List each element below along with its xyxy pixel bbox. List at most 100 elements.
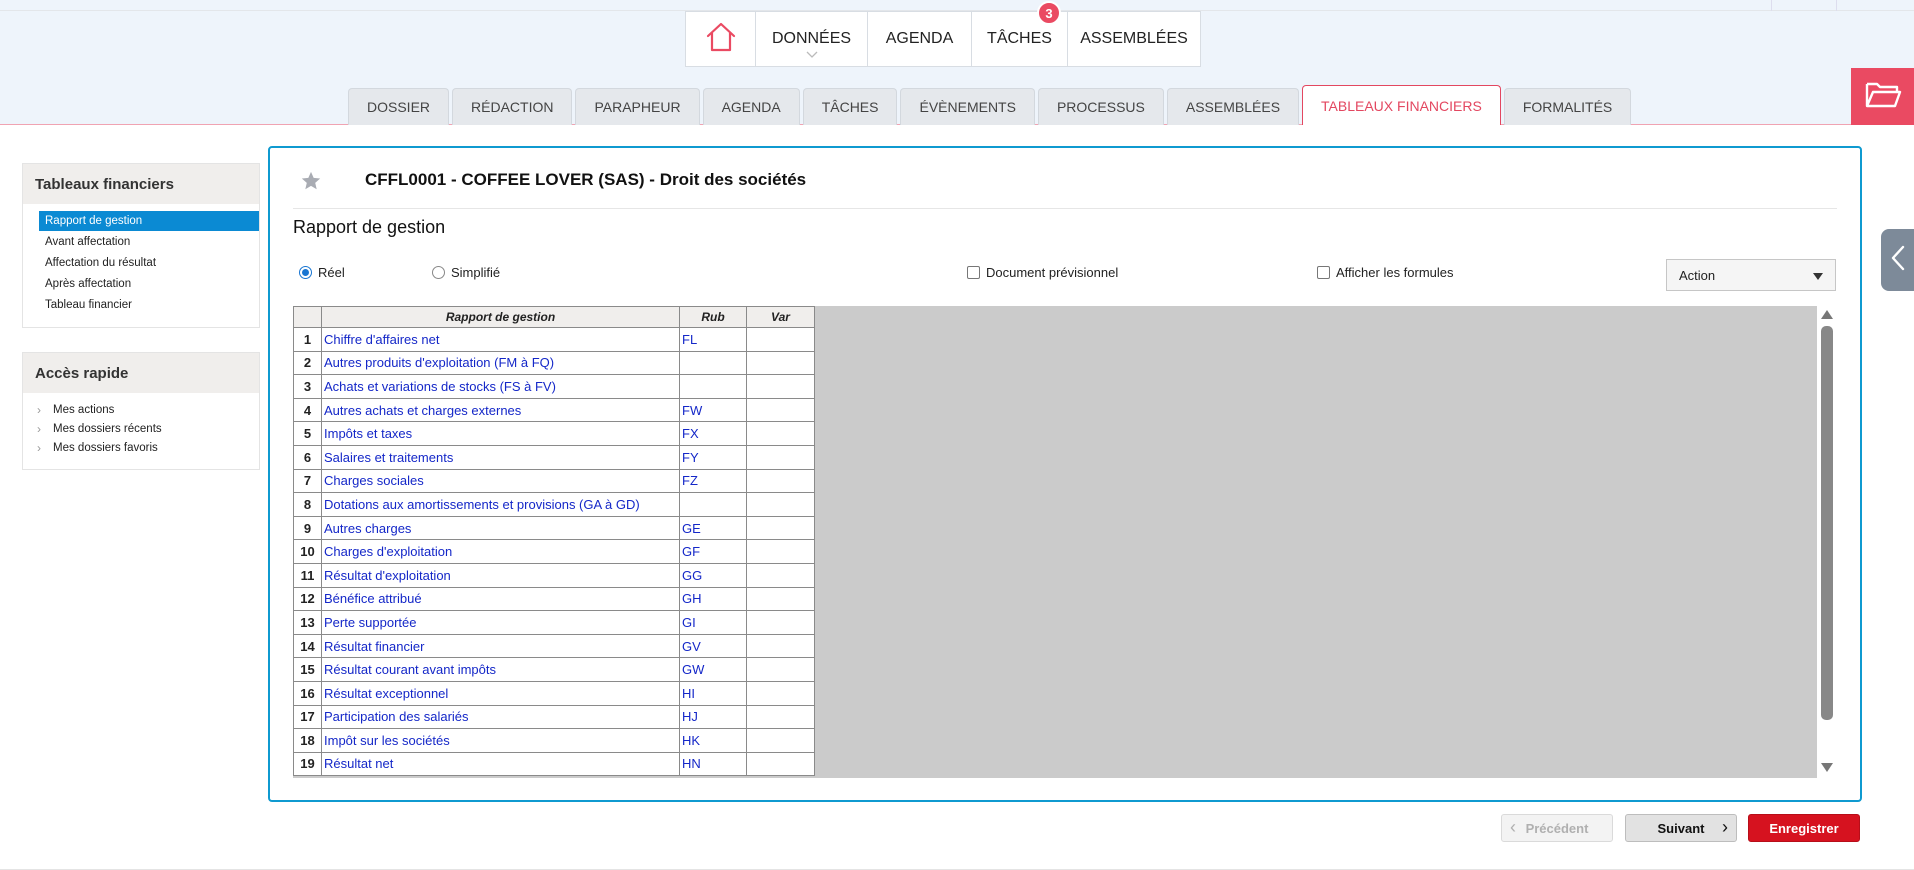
previous-button[interactable]: ‹ Précédent bbox=[1501, 814, 1613, 842]
row-label-link[interactable]: Charges d'exploitation bbox=[321, 539, 680, 564]
row-label-link[interactable]: Impôt sur les sociétés bbox=[321, 728, 680, 753]
vertical-scrollbar[interactable] bbox=[1817, 306, 1837, 778]
sidebar-item-tableau-financier[interactable]: Tableau financier bbox=[39, 295, 259, 315]
row-rub-link[interactable] bbox=[679, 350, 747, 376]
row-label-link[interactable]: Perte supportée bbox=[321, 610, 680, 635]
checkbox-afficher-formules[interactable]: Afficher les formules bbox=[1317, 265, 1454, 280]
row-var-cell[interactable] bbox=[746, 421, 815, 446]
radio-reel[interactable]: Réel bbox=[299, 265, 345, 280]
row-number: 6 bbox=[293, 444, 322, 470]
row-rub-link[interactable]: HN bbox=[679, 751, 747, 777]
row-rub-link[interactable]: GH bbox=[679, 586, 747, 612]
tab-processus[interactable]: PROCESSUS bbox=[1037, 88, 1164, 125]
row-var-cell[interactable] bbox=[746, 657, 815, 682]
scroll-up-arrow[interactable] bbox=[1821, 310, 1833, 319]
sidebar-item-apres-affectation[interactable]: Après affectation bbox=[39, 274, 259, 294]
row-label-link[interactable]: Impôts et taxes bbox=[321, 421, 680, 446]
row-rub-link[interactable]: FL bbox=[679, 327, 747, 352]
row-var-cell[interactable] bbox=[746, 444, 815, 470]
nav-donnees[interactable]: DONNÉES bbox=[756, 12, 868, 66]
row-var-cell[interactable] bbox=[746, 728, 815, 753]
row-label-link[interactable]: Dotations aux amortissements et provisio… bbox=[321, 492, 680, 517]
row-label-link[interactable]: Salaires et traitements bbox=[321, 444, 680, 470]
tab-agenda[interactable]: AGENDA bbox=[702, 88, 800, 125]
sidebar-item-mes-actions[interactable]: › Mes actions bbox=[37, 401, 114, 419]
row-label-link[interactable]: Autres charges bbox=[321, 515, 680, 541]
checkbox-document-previsionnel-box[interactable] bbox=[967, 266, 980, 279]
row-var-cell[interactable] bbox=[746, 374, 815, 399]
row-label-link[interactable]: Bénéfice attribué bbox=[321, 586, 680, 612]
row-rub-link[interactable]: GW bbox=[679, 657, 747, 682]
sidebar-item-avant-affectation[interactable]: Avant affectation bbox=[39, 232, 259, 252]
row-var-cell[interactable] bbox=[746, 633, 815, 659]
action-select[interactable]: Action bbox=[1666, 259, 1836, 291]
scroll-down-arrow[interactable] bbox=[1821, 763, 1833, 772]
row-label-link[interactable]: Autres produits d'exploitation (FM à FQ) bbox=[321, 350, 680, 376]
row-label-link[interactable]: Achats et variations de stocks (FS à FV) bbox=[321, 374, 680, 399]
tab-assemblees[interactable]: ASSEMBLÉES bbox=[1166, 88, 1300, 125]
star-icon[interactable] bbox=[300, 170, 322, 198]
row-var-cell[interactable] bbox=[746, 751, 815, 777]
next-button[interactable]: Suivant › bbox=[1625, 814, 1737, 842]
nav-home[interactable] bbox=[686, 12, 756, 66]
row-var-cell[interactable] bbox=[746, 539, 815, 564]
row-label-link[interactable]: Résultat d'exploitation bbox=[321, 562, 680, 588]
checkbox-afficher-formules-box[interactable] bbox=[1317, 266, 1330, 279]
row-var-cell[interactable] bbox=[746, 350, 815, 376]
row-rub-link[interactable]: FW bbox=[679, 397, 747, 423]
nav-assemblees[interactable]: ASSEMBLÉES bbox=[1068, 12, 1200, 66]
tab-evenements[interactable]: ÉVÈNEMENTS bbox=[900, 88, 1035, 125]
row-var-cell[interactable] bbox=[746, 492, 815, 517]
side-panel-toggle[interactable] bbox=[1881, 229, 1914, 291]
tab-redaction[interactable]: RÉDACTION bbox=[452, 88, 573, 125]
row-var-cell[interactable] bbox=[746, 468, 815, 494]
row-var-cell[interactable] bbox=[746, 680, 815, 706]
row-rub-link[interactable]: FX bbox=[679, 421, 747, 446]
tab-taches[interactable]: TÂCHES bbox=[802, 88, 898, 125]
checkbox-document-previsionnel[interactable]: Document prévisionnel bbox=[967, 265, 1118, 280]
row-label-link[interactable]: Chiffre d'affaires net bbox=[321, 327, 680, 352]
radio-simplifie-indicator[interactable] bbox=[432, 266, 445, 279]
row-var-cell[interactable] bbox=[746, 327, 815, 352]
row-label-link[interactable]: Résultat financier bbox=[321, 633, 680, 659]
radio-simplifie[interactable]: Simplifié bbox=[432, 265, 500, 280]
row-rub-link[interactable]: HK bbox=[679, 728, 747, 753]
row-rub-link[interactable]: GI bbox=[679, 610, 747, 635]
row-var-cell[interactable] bbox=[746, 397, 815, 423]
row-label-link[interactable]: Autres achats et charges externes bbox=[321, 397, 680, 423]
row-var-cell[interactable] bbox=[746, 586, 815, 612]
radio-reel-indicator[interactable] bbox=[299, 266, 312, 279]
row-label-link[interactable]: Résultat exceptionnel bbox=[321, 680, 680, 706]
tab-formalites[interactable]: FORMALITÉS bbox=[1503, 88, 1632, 125]
row-rub-link[interactable]: GV bbox=[679, 633, 747, 659]
row-var-cell[interactable] bbox=[746, 704, 815, 730]
row-var-cell[interactable] bbox=[746, 562, 815, 588]
row-rub-link[interactable]: FZ bbox=[679, 468, 747, 494]
scrollbar-thumb[interactable] bbox=[1821, 326, 1833, 720]
row-rub-link[interactable]: HI bbox=[679, 680, 747, 706]
row-var-cell[interactable] bbox=[746, 515, 815, 541]
row-rub-link[interactable] bbox=[679, 374, 747, 399]
row-rub-link[interactable]: GG bbox=[679, 562, 747, 588]
tab-tableaux-financiers[interactable]: TABLEAUX FINANCIERS bbox=[1302, 85, 1501, 125]
row-rub-link[interactable] bbox=[679, 492, 747, 517]
nav-agenda[interactable]: AGENDA bbox=[868, 12, 972, 66]
row-label-link[interactable]: Charges sociales bbox=[321, 468, 680, 494]
save-button[interactable]: Enregistrer bbox=[1748, 814, 1860, 842]
row-rub-link[interactable]: HJ bbox=[679, 704, 747, 730]
sidebar-item-mes-dossiers-favoris[interactable]: › Mes dossiers favoris bbox=[37, 439, 158, 457]
sidebar-item-affectation-du-resultat[interactable]: Affectation du résultat bbox=[39, 253, 259, 273]
row-rub-link[interactable]: FY bbox=[679, 444, 747, 470]
row-label-link[interactable]: Résultat courant avant impôts bbox=[321, 657, 680, 682]
row-rub-link[interactable]: GF bbox=[679, 539, 747, 564]
tab-parapheur[interactable]: PARAPHEUR bbox=[575, 88, 700, 125]
folder-button[interactable] bbox=[1851, 68, 1914, 125]
tab-dossier[interactable]: DOSSIER bbox=[348, 88, 450, 125]
sidebar-item-mes-dossiers-recents[interactable]: › Mes dossiers récents bbox=[37, 420, 162, 438]
row-var-cell[interactable] bbox=[746, 610, 815, 635]
sidebar-item-rapport-de-gestion[interactable]: Rapport de gestion bbox=[39, 211, 259, 231]
row-rub-link[interactable]: GE bbox=[679, 515, 747, 541]
row-label-link[interactable]: Résultat net bbox=[321, 751, 680, 777]
row-label-link[interactable]: Participation des salariés bbox=[321, 704, 680, 730]
spreadsheet-grid[interactable]: Rapport de gestion Rub Var 1 Chiffre d'af… bbox=[293, 306, 1817, 778]
